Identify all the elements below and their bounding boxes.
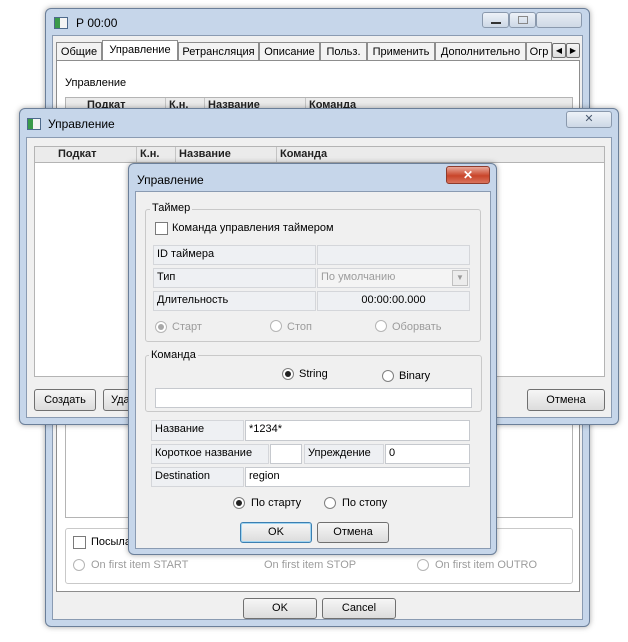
back-cancel-button[interactable]: Cancel — [322, 598, 396, 619]
back-ok-button[interactable]: OK — [243, 598, 317, 619]
radio-first-start[interactable] — [73, 559, 85, 571]
dialog-ok-button[interactable]: OK — [240, 522, 312, 543]
by-start-radio[interactable] — [233, 497, 245, 509]
mid-col-command: Команда — [280, 148, 328, 160]
timer-duration-label: Длительность — [153, 291, 316, 311]
advance-input[interactable]: 0 — [385, 444, 470, 464]
dialog-title: Управление — [137, 173, 204, 187]
control-dialog: Управление ✕ Таймер Команда управления т… — [128, 163, 497, 555]
tab-user[interactable]: Польз. — [320, 42, 367, 61]
back-close-button[interactable] — [536, 12, 582, 28]
name-input[interactable]: *1234* — [245, 420, 470, 441]
mid-col-subcategory: Подкат — [55, 147, 137, 162]
timer-id-label: ID таймера — [153, 245, 316, 265]
middle-window-title: Управление — [48, 117, 115, 131]
timer-abort-radio[interactable] — [375, 320, 387, 332]
destination-input[interactable]: region — [245, 467, 470, 487]
tab-scroll-left-button[interactable]: ◀ — [552, 43, 566, 58]
string-radio[interactable] — [282, 368, 294, 380]
by-stop-radio[interactable] — [324, 497, 336, 509]
timer-type-value: По умолчанию — [321, 271, 396, 283]
radio-first-outro[interactable] — [417, 559, 429, 571]
back-window-icon — [54, 17, 68, 29]
timer-group: Таймер Команда управления таймером ID та… — [145, 202, 481, 342]
control-section-label: Управление — [65, 77, 127, 89]
mid-col-channel: К.н. — [137, 147, 176, 162]
tab-general[interactable]: Общие — [56, 42, 102, 61]
back-minimize-button[interactable] — [482, 12, 509, 28]
tab-scroll-right-button[interactable]: ▶ — [566, 43, 580, 58]
tab-relay[interactable]: Ретрансляция — [178, 42, 259, 61]
radio-first-outro-label: On first item OUTRO — [435, 559, 538, 571]
send-checkbox[interactable] — [73, 536, 86, 549]
timer-abort-label: Оборвать — [392, 321, 442, 333]
command-group: Команда String Binary — [145, 349, 482, 412]
tab-restrictions[interactable]: Огр — [526, 42, 552, 61]
chevron-down-icon[interactable]: ▼ — [452, 270, 468, 286]
radio-first-stop-label: On first item STOP — [264, 559, 357, 571]
timer-type-label: Тип — [153, 268, 316, 288]
timer-start-label: Старт — [172, 321, 202, 333]
binary-radio-label: Binary — [399, 370, 431, 382]
tab-apply[interactable]: Применить — [367, 42, 435, 61]
dialog-client: Таймер Команда управления таймером ID та… — [135, 191, 491, 549]
binary-radio[interactable] — [382, 370, 394, 382]
middle-close-button[interactable]: ✕ — [566, 111, 612, 128]
destination-label: Destination — [151, 467, 244, 487]
timer-duration-field[interactable]: 00:00:00.000 — [317, 291, 470, 311]
tab-additional[interactable]: Дополнительно — [435, 42, 526, 61]
middle-window-icon — [27, 118, 41, 130]
timer-command-label: Команда управления таймером — [172, 222, 334, 234]
by-stop-label: По стопу — [342, 497, 388, 509]
radio-first-start-label: On first item START — [91, 559, 189, 571]
dialog-close-button[interactable]: ✕ — [446, 166, 490, 184]
dialog-cancel-button[interactable]: Отмена — [317, 522, 389, 543]
timer-command-checkbox[interactable] — [155, 222, 168, 235]
by-start-label: По старту — [251, 497, 302, 509]
short-name-label: Короткое название — [151, 444, 269, 464]
create-button[interactable]: Создать — [34, 389, 96, 411]
timer-type-select[interactable]: По умолчанию ▼ — [317, 268, 470, 288]
tab-description[interactable]: Описание — [259, 42, 320, 61]
command-legend: Команда — [149, 349, 198, 361]
timer-start-radio[interactable] — [155, 321, 167, 333]
mid-command-table-header: Подкат К.н. Название Команда — [34, 146, 605, 163]
back-maximize-button[interactable] — [509, 12, 536, 28]
tab-control[interactable]: Управление — [102, 40, 178, 61]
timer-id-field[interactable] — [317, 245, 470, 265]
mid-col-name: Название — [176, 147, 277, 162]
timer-stop-label: Стоп — [287, 321, 312, 333]
string-radio-label: String — [299, 368, 328, 380]
back-window-title: Р 00:00 — [76, 16, 118, 30]
advance-label: Упреждение — [304, 444, 384, 464]
timer-legend: Таймер — [150, 202, 193, 214]
timer-stop-radio[interactable] — [270, 320, 282, 332]
name-label: Название — [151, 420, 244, 441]
short-name-input[interactable] — [270, 444, 302, 464]
command-input[interactable] — [155, 388, 472, 408]
mid-cancel-button[interactable]: Отмена — [527, 389, 605, 411]
